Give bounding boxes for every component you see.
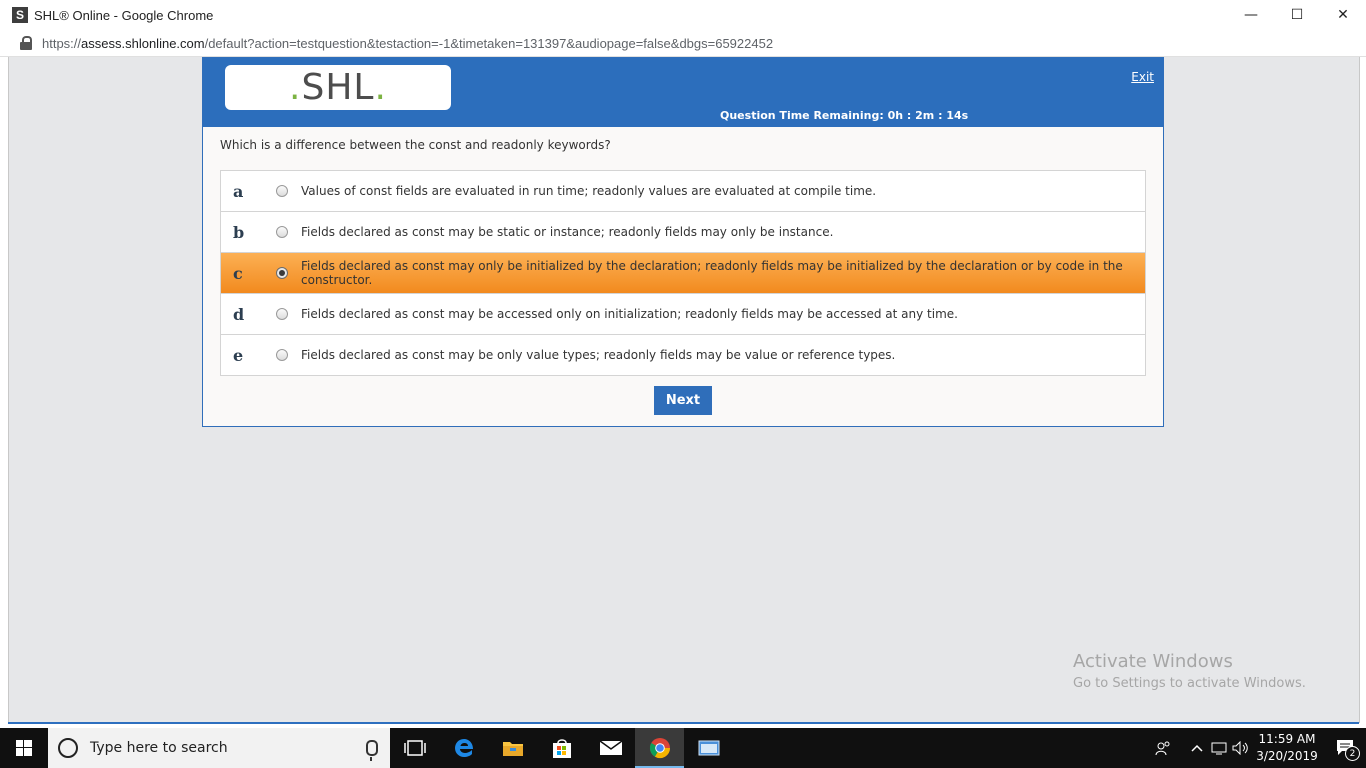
radio-button[interactable]: [276, 226, 288, 238]
radio-button[interactable]: [276, 185, 288, 197]
file-explorer-app[interactable]: [488, 728, 537, 768]
taskbar-clock[interactable]: 11:59 AM 3/20/2019: [1252, 731, 1322, 765]
mail-icon: [599, 740, 622, 755]
chevron-up-icon[interactable]: [1186, 728, 1208, 768]
option-text: Fields declared as const may be accessed…: [301, 307, 958, 321]
option-letter: b: [233, 222, 245, 242]
minimize-button[interactable]: —: [1228, 0, 1274, 30]
search-placeholder: Type here to search: [90, 740, 228, 756]
close-button[interactable]: ✕: [1320, 0, 1366, 30]
window-controls: — ☐ ✕: [1228, 0, 1366, 30]
option-b[interactable]: b Fields declared as const may be static…: [221, 212, 1145, 253]
radio-button-selected[interactable]: [276, 267, 288, 279]
start-button[interactable]: [0, 728, 48, 768]
app-window-icon: [698, 740, 719, 756]
logo-dot-right: .: [374, 67, 387, 108]
option-letter: a: [233, 181, 244, 201]
chrome-icon: [649, 738, 670, 759]
question-timer: Question Time Remaining: 0h : 2m : 14s: [720, 109, 969, 122]
network-icon[interactable]: [1208, 728, 1230, 768]
window-titlebar: S SHL® Online - Google Chrome — ☐ ✕: [0, 0, 1366, 30]
url-text[interactable]: https://assess.shlonline.com/default?act…: [42, 36, 773, 51]
window-title: SHL® Online - Google Chrome: [34, 7, 214, 23]
page-bottom-border: [8, 722, 1359, 724]
close-icon: ✕: [1337, 7, 1349, 23]
watermark-title: Activate Windows: [1073, 651, 1233, 672]
logo-text: SHL: [301, 67, 375, 108]
store-app[interactable]: [537, 728, 586, 768]
microphone-icon[interactable]: [366, 740, 378, 761]
edge-app[interactable]: [439, 728, 488, 768]
maximize-button[interactable]: ☐: [1274, 0, 1320, 30]
option-text: Fields declared as const may be only val…: [301, 348, 896, 362]
task-view-icon: [403, 740, 426, 756]
system-tray: 11:59 AM 3/20/2019 2: [1152, 728, 1366, 768]
url-scheme: https://: [42, 35, 82, 51]
option-d[interactable]: d Fields declared as const may be access…: [221, 294, 1145, 335]
logo-dot-left: .: [289, 67, 302, 108]
activate-windows-watermark: Activate Windows Go to Settings to activ…: [1073, 651, 1306, 691]
store-bag-icon: [552, 739, 571, 758]
watermark-subtitle: Go to Settings to activate Windows.: [1073, 676, 1306, 691]
option-letter: d: [233, 304, 245, 324]
notification-count: 2: [1345, 746, 1360, 761]
option-e[interactable]: e Fields declared as const may be only v…: [221, 335, 1145, 375]
test-panel: .SHL. Exit Question Time Remaining: 0h :…: [202, 57, 1164, 427]
maximize-icon: ☐: [1290, 7, 1304, 23]
shl-app-icon: S: [12, 7, 28, 23]
question-text: Which is a difference between the const …: [220, 138, 611, 152]
panel-header: .SHL. Exit Question Time Remaining: 0h :…: [203, 58, 1163, 127]
option-letter: e: [233, 345, 244, 365]
volume-icon[interactable]: [1230, 728, 1252, 768]
folder-icon: [502, 742, 523, 756]
radio-button[interactable]: [276, 349, 288, 361]
app-window[interactable]: [684, 728, 733, 768]
action-center-button[interactable]: 2: [1326, 728, 1366, 768]
minimize-icon: —: [1244, 7, 1258, 23]
option-text: Fields declared as const may only be ini…: [301, 259, 1123, 287]
people-icon[interactable]: [1152, 728, 1174, 768]
shl-logo: .SHL.: [225, 65, 451, 110]
radio-button[interactable]: [276, 308, 288, 320]
next-button[interactable]: Next: [654, 386, 712, 415]
windows-logo-icon: [16, 740, 32, 756]
option-text: Fields declared as const may be static o…: [301, 225, 834, 239]
task-view-button[interactable]: [390, 728, 439, 768]
answer-options: a Values of const fields are evaluated i…: [220, 170, 1146, 376]
clock-time: 11:59 AM: [1258, 732, 1316, 746]
option-c[interactable]: c Fields declared as const may only be i…: [221, 253, 1145, 294]
address-bar[interactable]: https://assess.shlonline.com/default?act…: [0, 30, 1366, 57]
url-path: /default?action=testquestion&testaction=…: [204, 35, 774, 51]
option-text: Values of const fields are evaluated in …: [301, 184, 877, 198]
option-a[interactable]: a Values of const fields are evaluated i…: [221, 171, 1145, 212]
taskbar-search[interactable]: Type here to search: [48, 728, 390, 768]
lock-icon: [20, 36, 32, 50]
edge-icon: [454, 739, 473, 757]
taskbar: Type here to search 11:59 AM 3/20/2019 2: [0, 728, 1366, 768]
mail-app[interactable]: [586, 728, 635, 768]
clock-date: 3/20/2019: [1256, 749, 1318, 763]
cortana-icon: [58, 738, 78, 758]
exit-link[interactable]: Exit: [1131, 70, 1154, 84]
chrome-app[interactable]: [635, 728, 684, 768]
option-letter: c: [233, 263, 243, 283]
url-host: assess.shlonline.com: [81, 35, 205, 51]
